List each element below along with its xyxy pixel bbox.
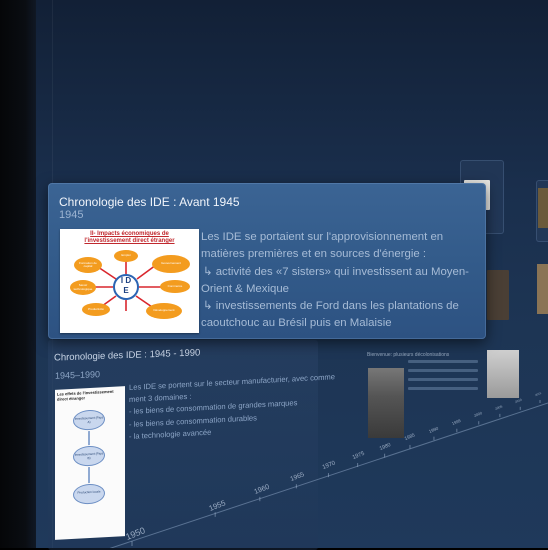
slide-bubble: Savoir technologique (70, 280, 96, 295)
event-title: Chronologie des IDE : Avant 1945 (59, 195, 240, 209)
slide-bubble: Emploi (114, 250, 138, 262)
slide-center-label: I D E (113, 274, 139, 300)
slide-bubble: Commerce (160, 280, 190, 293)
event-image[interactable]: II- Impacts économiques de l'investissem… (60, 229, 199, 333)
slide-bubble: Gouvernement (152, 255, 190, 273)
event-card-avant-1945[interactable]: Chronologie des IDE : Avant 1945 1945 II… (48, 183, 486, 339)
event-description: Les IDE se portaient sur l'approvisionne… (201, 231, 469, 330)
timeline-viewer: Chronologie des IDE : 1945 - 1990 1945–1… (0, 0, 548, 550)
slide-bubble: Développement (146, 303, 182, 319)
slide-bubble: Productivité (82, 303, 110, 316)
event-date: 1945 (59, 209, 84, 221)
slide-bubble: Formation de capital (74, 257, 102, 273)
